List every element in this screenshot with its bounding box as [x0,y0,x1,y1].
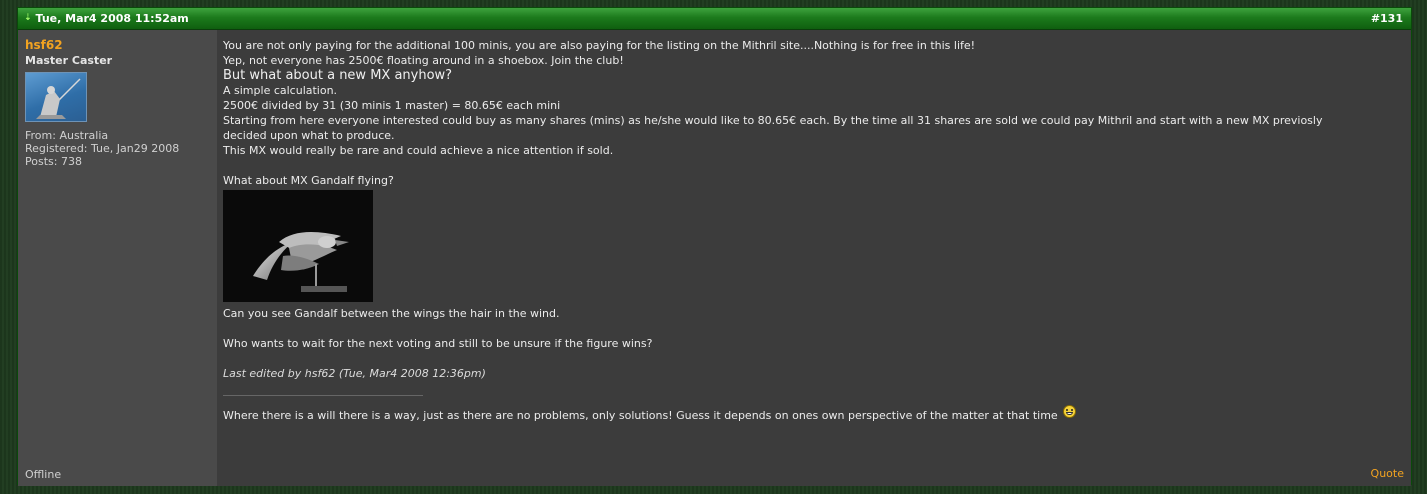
post-date: Tue, Mar4 2008 11:52am [35,12,189,25]
post-content: You are not only paying for the addition… [217,30,1411,486]
body-line: Starting from here everyone interested c… [223,114,1323,127]
online-status: Offline [25,468,62,481]
body-line: Can you see Gandalf between the wings th… [223,307,560,320]
post-header: ⇣ Tue, Mar4 2008 11:52am #131 [18,8,1411,30]
body-heading: But what about a new MX anyhow? [223,68,453,83]
body-line: This MX would really be rare and could a… [223,144,614,157]
post-number-link[interactable]: #131 [1371,12,1403,25]
author-location: From: Australia [25,129,109,142]
author-username[interactable]: hsf62 [25,38,217,52]
eagle-figure-image[interactable] [223,190,373,302]
down-arrow-icon[interactable]: ⇣ [24,14,32,23]
grin-smiley-icon [1063,405,1077,418]
body-line: 2500€ divided by 31 (30 minis 1 master) … [223,99,561,112]
author-post-count: Posts: 738 [25,155,82,168]
quote-button[interactable]: Quote [1371,466,1404,481]
author-rank: Master Caster [25,54,113,67]
edit-note: Last edited by hsf62 (Tue, Mar4 2008 12:… [223,367,486,380]
body-line: What about MX Gandalf flying? [223,174,394,187]
body-line: You are not only paying for the addition… [223,39,976,52]
body-line: Yep, not everyone has 2500€ floating aro… [223,54,624,67]
signature-divider [223,395,423,396]
body-line: decided upon what to produce. [223,129,395,142]
avatar[interactable] [25,72,87,122]
author-panel: hsf62 Master Caster From: Australia Regi… [18,30,217,486]
author-registered: Registered: Tue, Jan29 2008 [25,142,180,155]
signature-text: Where there is a will there is a way, ju… [223,409,1058,422]
forum-post: ⇣ Tue, Mar4 2008 11:52am #131 hsf62 Mast… [17,7,1412,486]
signature: Where there is a will there is a way, ju… [223,405,1403,423]
body-line: A simple calculation. [223,84,338,97]
body-line: Who wants to wait for the next voting an… [223,337,653,350]
